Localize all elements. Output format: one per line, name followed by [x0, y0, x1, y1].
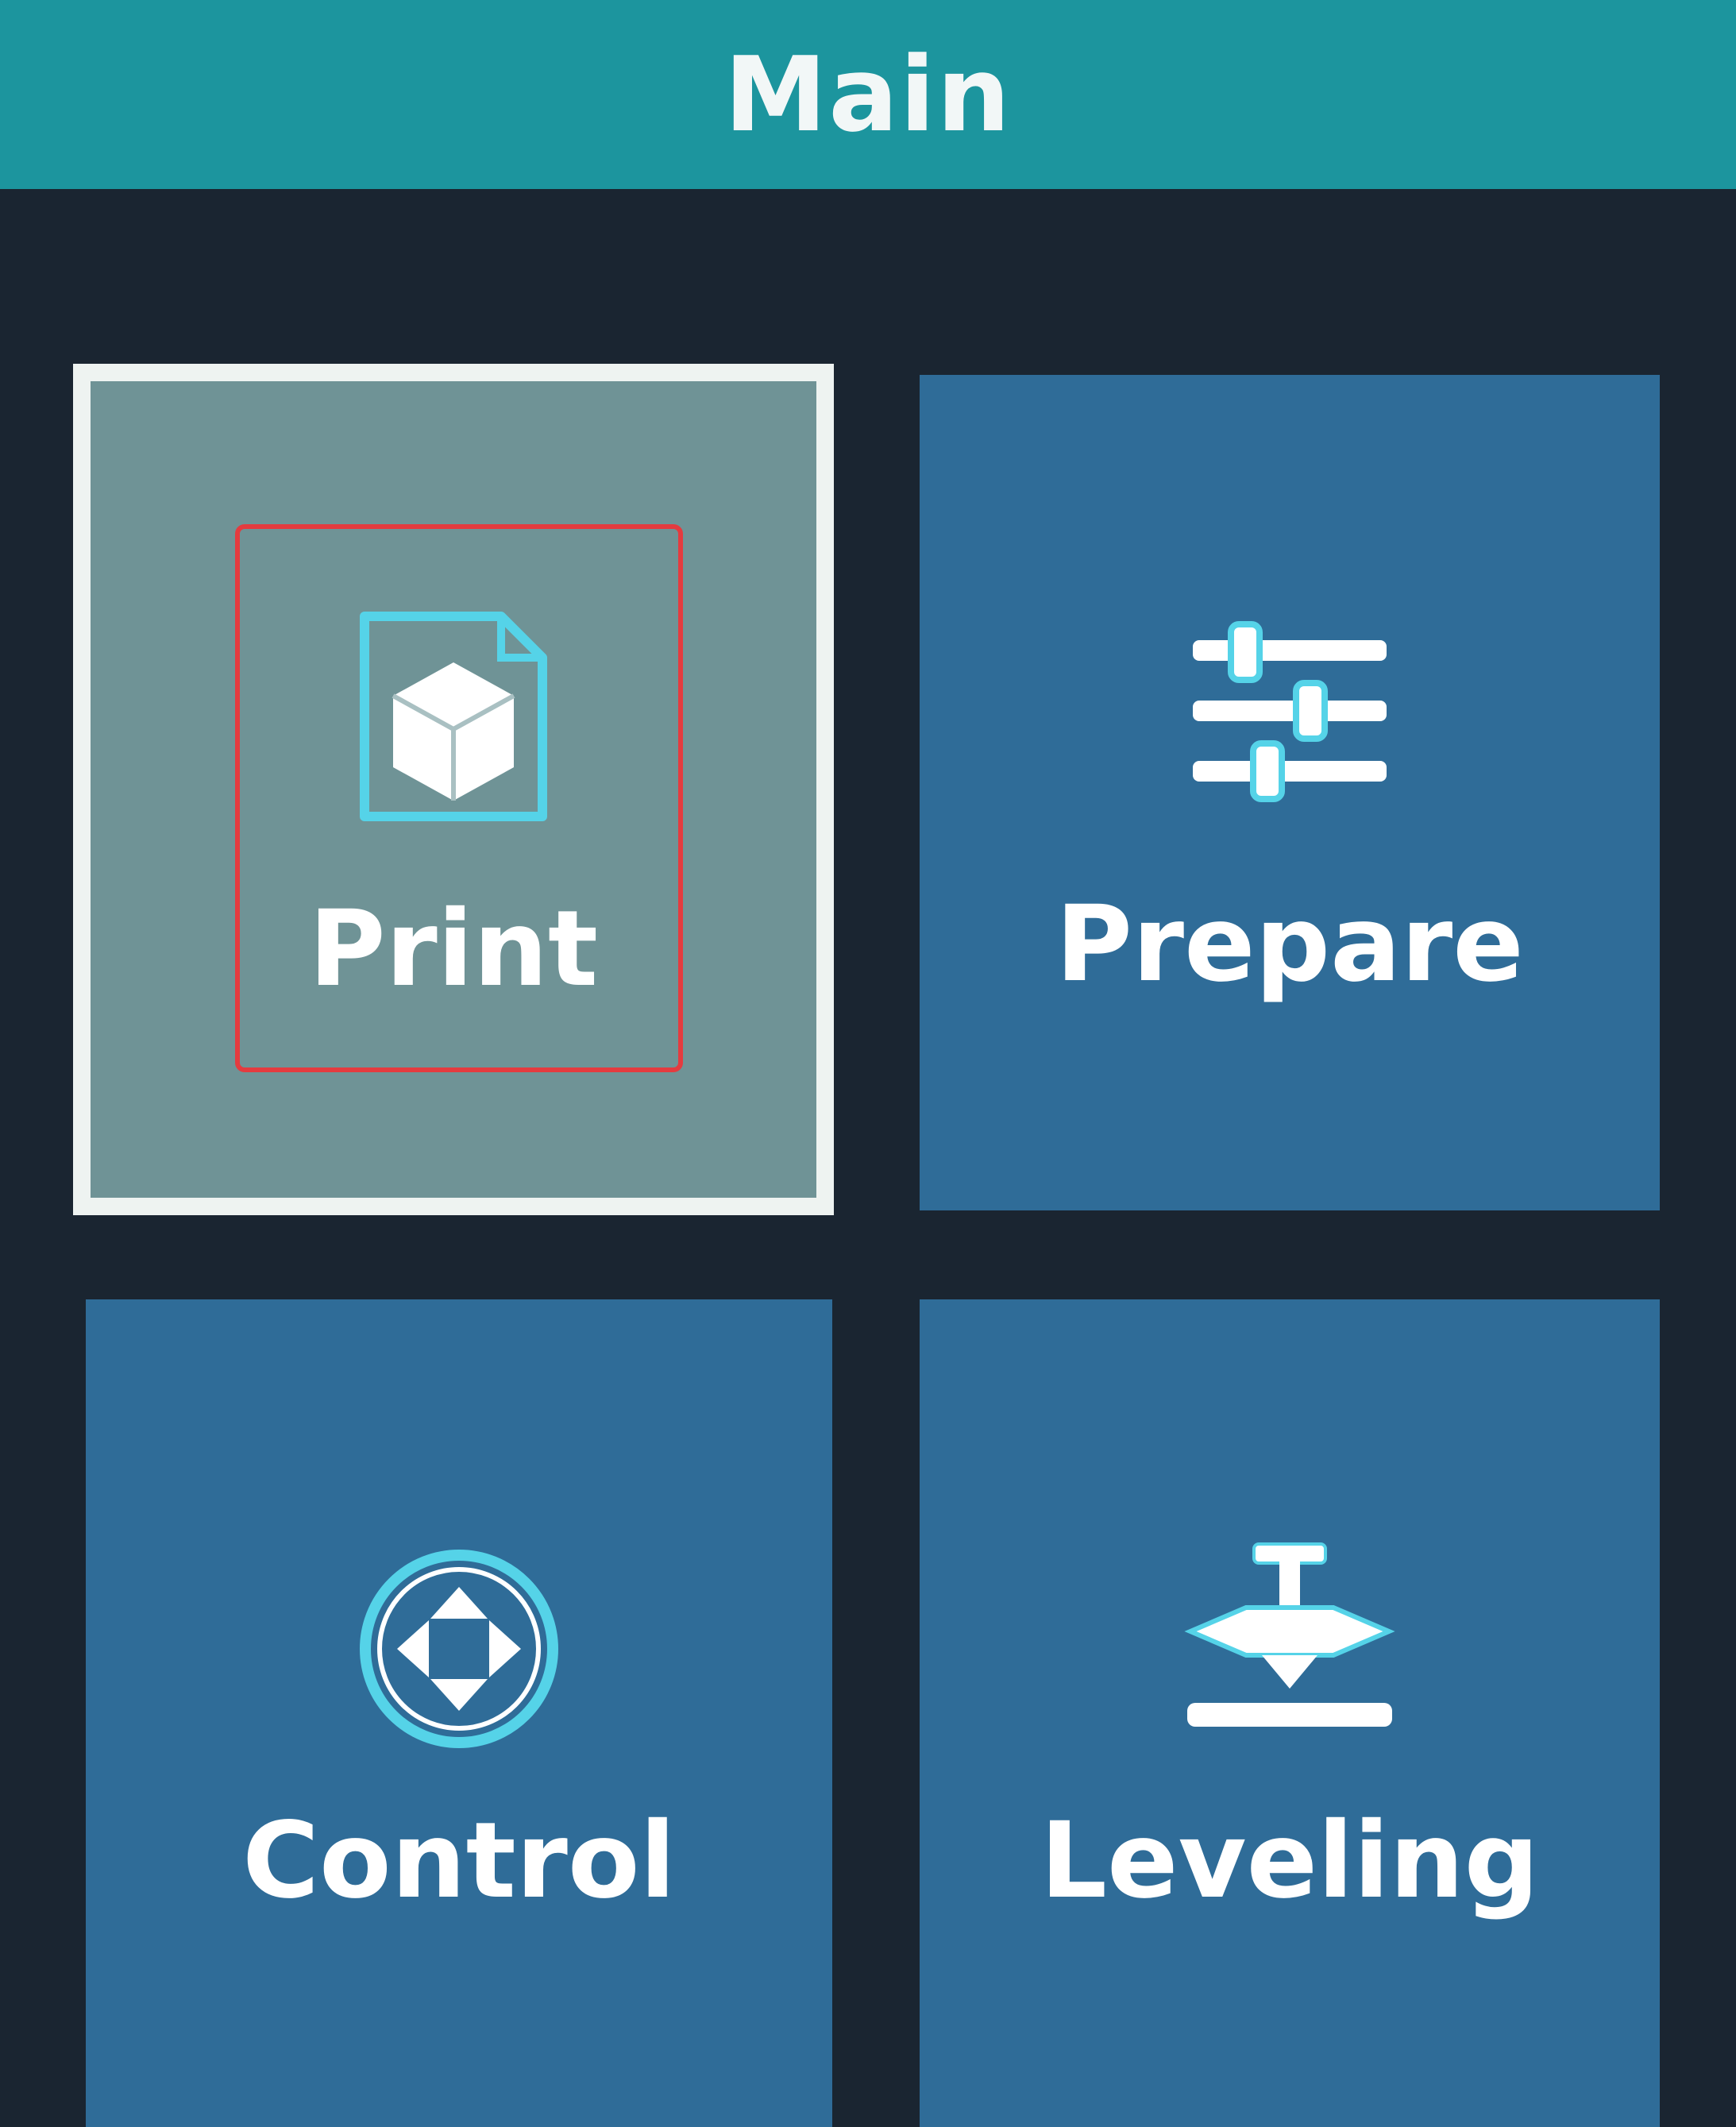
page-title: Main: [723, 34, 1013, 155]
dpad-icon: [356, 1546, 562, 1752]
control-label: Control: [242, 1800, 676, 1922]
title-bar: Main: [0, 0, 1736, 189]
focus-highlight-box: [235, 524, 683, 1072]
main-screen: Main Print Prepare Control Leveling: [0, 0, 1736, 2127]
leveling-tile[interactable]: Leveling: [920, 1299, 1660, 2127]
prepare-label: Prepare: [1055, 883, 1524, 1006]
prepare-tile[interactable]: Prepare: [920, 375, 1660, 1210]
leveling-icon: [1182, 1538, 1397, 1736]
sliders-icon: [1186, 613, 1393, 804]
leveling-label: Leveling: [1040, 1800, 1540, 1922]
control-tile[interactable]: Control: [86, 1299, 832, 2127]
